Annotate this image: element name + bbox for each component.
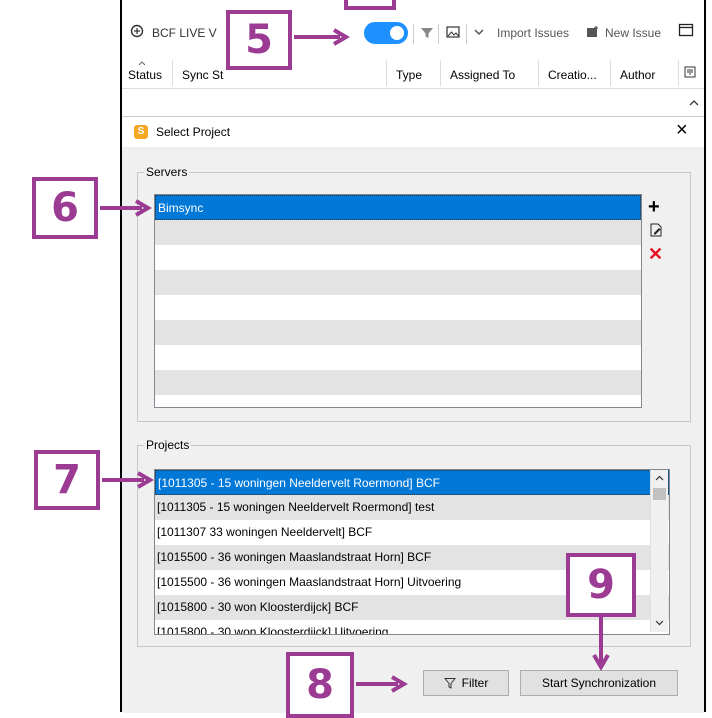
filter-icon [443, 678, 456, 689]
select-project-dialog: S Select Project × Servers Bimsync + ✕ P… [122, 116, 704, 713]
close-icon[interactable]: × [676, 120, 688, 140]
server-list-item[interactable]: Bimsync [155, 195, 641, 220]
server-list-item[interactable] [155, 245, 641, 270]
filter-button-label: Filter [461, 676, 489, 690]
scroll-up-icon[interactable] [689, 96, 699, 110]
bcf-live-icon [130, 24, 144, 38]
toolbar-separator [438, 24, 439, 44]
column-author[interactable]: Author [620, 68, 655, 82]
arrow-7 [102, 471, 154, 489]
projects-scrollbar[interactable] [650, 470, 668, 632]
column-status[interactable]: Status [128, 68, 162, 82]
servers-list[interactable]: Bimsync [154, 194, 642, 408]
sort-chevron-up-icon [138, 55, 146, 69]
callout-partial-top [344, 0, 396, 10]
column-type[interactable]: Type [396, 68, 422, 82]
start-synchronization-label: Start Synchronization [541, 676, 657, 690]
arrow-5 [294, 28, 350, 46]
project-list-item[interactable]: [1011305 - 15 woningen Neeldervelt Roerm… [155, 495, 669, 520]
project-list-item[interactable]: [1011307 33 woningen Neeldervelt] BCF [155, 520, 669, 545]
issue-table-header: Status Sync St Type Assigned To Creatio.… [122, 52, 704, 89]
window-icon[interactable] [678, 22, 694, 41]
callout-9: 9 [566, 553, 636, 617]
dialog-title: Select Project [156, 125, 231, 139]
arrow-6 [100, 199, 152, 217]
column-creation[interactable]: Creatio... [548, 68, 597, 82]
server-list-item[interactable] [155, 220, 641, 245]
server-list-item[interactable] [155, 345, 641, 370]
chevron-down-icon[interactable] [473, 26, 485, 41]
projects-label: Projects [144, 438, 192, 452]
app-icon: S [134, 125, 148, 139]
dialog-titlebar: S Select Project × [122, 117, 704, 147]
live-sync-toggle[interactable] [364, 22, 408, 44]
add-server-icon[interactable]: + [648, 197, 660, 217]
new-issue-icon [586, 25, 600, 42]
arrow-9 [592, 617, 610, 671]
column-assigned-to[interactable]: Assigned To [450, 68, 515, 82]
server-list-item[interactable] [155, 320, 641, 345]
callout-7: 7 [34, 450, 100, 510]
callout-6: 6 [32, 177, 98, 239]
toolbar: BCF LIVE V Import Issues New Issue [122, 16, 704, 52]
project-list-item[interactable]: [1011305 - 15 woningen Neeldervelt Roerm… [155, 470, 669, 495]
edit-server-icon[interactable] [649, 223, 663, 240]
callout-5: 5 [226, 10, 292, 70]
image-icon[interactable] [446, 25, 460, 42]
filter-button[interactable]: Filter [423, 670, 509, 696]
server-list-item[interactable] [155, 270, 641, 295]
servers-label: Servers [144, 165, 190, 179]
import-issues-button[interactable]: Import Issues [497, 26, 569, 40]
toolbar-separator [413, 24, 414, 44]
server-list-item[interactable] [155, 370, 641, 395]
server-list-item[interactable] [155, 295, 641, 320]
start-synchronization-button[interactable]: Start Synchronization [520, 670, 678, 696]
arrow-8 [356, 675, 408, 693]
column-chooser-icon[interactable] [684, 66, 696, 81]
column-sync-status[interactable]: Sync St [182, 68, 223, 82]
new-issue-button[interactable]: New Issue [605, 26, 661, 40]
filter-icon[interactable] [420, 26, 434, 43]
toolbar-title: BCF LIVE V [152, 26, 217, 40]
callout-8: 8 [286, 652, 354, 718]
toolbar-separator [466, 24, 467, 44]
delete-server-icon[interactable]: ✕ [648, 245, 663, 263]
